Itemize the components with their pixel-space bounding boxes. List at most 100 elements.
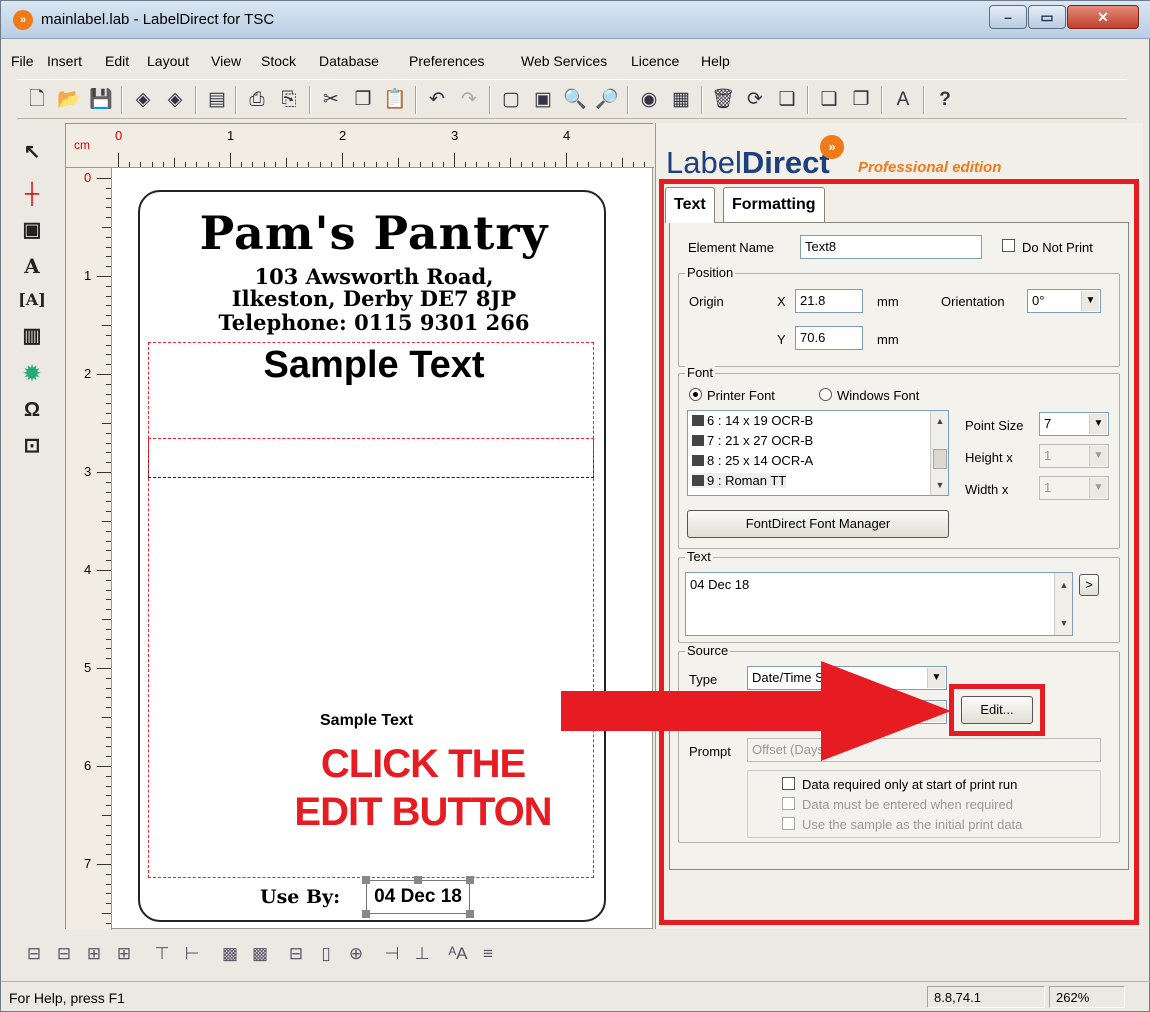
close-button[interactable]: ✕ <box>1067 5 1139 29</box>
ruler-tick <box>106 217 111 219</box>
resize-handle[interactable] <box>466 876 474 884</box>
menu-help[interactable]: Help <box>701 53 730 69</box>
copy-icon[interactable]: ❐ <box>349 86 377 114</box>
minimize-button[interactable]: – <box>989 5 1027 29</box>
print-setup-icon[interactable]: ⎘ <box>275 86 303 114</box>
line-tool-icon[interactable]: ┼ <box>17 179 47 209</box>
ruler-tick <box>106 354 111 356</box>
ruler-number: 4 <box>84 562 92 577</box>
ruler-tick <box>442 162 444 167</box>
menu-licence[interactable]: Licence <box>631 53 679 69</box>
menu-preferences[interactable]: Preferences <box>409 53 484 69</box>
align-left-icon[interactable]: ⊟ <box>21 941 47 967</box>
delete-icon[interactable]: 🗑 <box>709 86 737 114</box>
distribute-horizontal-icon[interactable]: ⊣ <box>379 941 405 967</box>
font-size-icon[interactable]: ᴬA <box>445 941 471 967</box>
open-folder-icon[interactable]: 📂 <box>55 86 83 114</box>
menu-layout[interactable]: Layout <box>147 53 189 69</box>
resize-handle[interactable] <box>466 910 474 918</box>
ruler-tick <box>543 162 545 167</box>
address-line-1[interactable]: 103 Awsworth Road, <box>140 266 608 288</box>
box-tool-icon[interactable]: ▣ <box>17 215 47 245</box>
picture-tool-icon[interactable]: ✹ <box>17 359 47 389</box>
new-file-icon[interactable]: 🗋 <box>23 86 51 114</box>
use-by-date-field[interactable]: 04 Dec 18 <box>366 880 470 914</box>
shop-name-text[interactable]: Pam's Pantry <box>140 206 608 260</box>
center-horizontal-icon[interactable]: ⊢ <box>179 941 205 967</box>
center-vertical-icon[interactable]: ⊤ <box>149 941 175 967</box>
ruler-tick <box>106 736 111 738</box>
same-height-icon[interactable]: ▩ <box>247 941 273 967</box>
sample-text-small[interactable]: Sample Text <box>320 712 413 730</box>
distribute-vertical-icon[interactable]: ⊥ <box>409 941 435 967</box>
ruler-tick <box>510 158 511 167</box>
resize-handle[interactable] <box>414 876 422 884</box>
undo-icon[interactable]: ↶ <box>423 86 451 114</box>
ruler-tick <box>106 795 111 797</box>
duplicate-icon[interactable]: ❏ <box>773 86 801 114</box>
main-toolbar: 🗋 📂 💾 ◈ ◈ ▤ ⎙ ⎘ ✂ ❐ 📋 ↶ ↷ ▢ ▣ 🔍 🔎 ◉ ▦ 🗑 … <box>17 79 1127 119</box>
ruler-tick <box>106 462 111 464</box>
zoom-fit-icon[interactable]: ▢ <box>497 86 525 114</box>
printer-icon[interactable]: ⎙ <box>243 86 271 114</box>
pointer-tool-icon[interactable]: ↖ <box>17 137 47 167</box>
database-icon[interactable]: ◉ <box>635 86 663 114</box>
telephone-text[interactable]: Telephone: 0115 9301 266 <box>140 312 608 334</box>
rfid-tool-icon[interactable]: ⊡ <box>17 431 47 461</box>
label-canvas[interactable]: cm 0 1 2 3 4 0 1 2 3 4 5 6 7 Pam's Pantry 103 Awswo… <box>65 123 654 930</box>
bring-front-icon[interactable]: ❏ <box>815 86 843 114</box>
menu-view[interactable]: View <box>211 53 241 69</box>
ruler-number: 7 <box>84 856 92 871</box>
menu-insert[interactable]: Insert <box>47 53 82 69</box>
barcode-tool-icon[interactable]: ▥ <box>17 321 47 351</box>
ruler-tick <box>97 276 111 277</box>
address-line-2[interactable]: Ilkeston, Derby DE7 8JP <box>140 288 608 310</box>
space-across-icon[interactable]: ⊟ <box>283 941 309 967</box>
align-bottom-icon[interactable]: ⊞ <box>111 941 137 967</box>
app-logo-icon[interactable]: » <box>13 10 33 30</box>
align-top-icon[interactable]: ⊞ <box>81 941 107 967</box>
ruler-tick <box>140 162 142 167</box>
align-right-icon[interactable]: ⊟ <box>51 941 77 967</box>
zoom-out-icon[interactable]: 🔎 <box>593 86 621 114</box>
save-icon[interactable]: 💾 <box>87 86 115 114</box>
ruler-tick <box>566 153 567 167</box>
stock-open-icon[interactable]: ◈ <box>161 86 189 114</box>
redo-icon[interactable]: ↷ <box>455 86 483 114</box>
symbol-tool-icon[interactable]: Ω <box>17 395 47 425</box>
text-tool-icon[interactable]: A <box>17 251 47 281</box>
tab-text[interactable]: Text <box>665 187 715 223</box>
use-by-label[interactable]: Use By: <box>260 886 340 908</box>
menu-database[interactable]: Database <box>319 53 379 69</box>
zoom-in-icon[interactable]: 🔍 <box>561 86 589 114</box>
menu-file[interactable]: File <box>11 53 34 69</box>
paste-icon[interactable]: 📋 <box>381 86 409 114</box>
cut-icon[interactable]: ✂ <box>317 86 345 114</box>
resize-handle[interactable] <box>362 876 370 884</box>
rotate-icon[interactable]: ⟳ <box>741 86 769 114</box>
resize-handle[interactable] <box>362 910 370 918</box>
fonts-icon[interactable]: A <box>889 86 917 114</box>
space-down-icon[interactable]: ▯ <box>313 941 339 967</box>
line-spacing-icon[interactable]: ≡ <box>475 941 501 967</box>
maximize-button[interactable]: ▭ <box>1028 5 1066 29</box>
send-back-icon[interactable]: ❐ <box>847 86 875 114</box>
ruler-tick <box>106 256 111 258</box>
ruler-tick <box>162 162 164 167</box>
text-box-tool-icon[interactable]: [A] <box>17 285 47 315</box>
sample-text-large[interactable]: Sample Text <box>140 344 608 387</box>
ruler-tick <box>420 162 422 167</box>
menu-web-services[interactable]: Web Services <box>521 53 607 69</box>
stock-icon[interactable]: ◈ <box>129 86 157 114</box>
help-icon[interactable]: ? <box>931 86 959 114</box>
properties-icon[interactable]: ▦ <box>667 86 695 114</box>
properties-highlight-frame <box>659 179 1139 925</box>
ruler-tick <box>106 697 111 699</box>
menu-edit[interactable]: Edit <box>105 53 129 69</box>
menu-stock[interactable]: Stock <box>261 53 296 69</box>
print-preview-icon[interactable]: ▤ <box>203 86 231 114</box>
zoom-actual-icon[interactable]: ▣ <box>529 86 557 114</box>
same-width-icon[interactable]: ▩ <box>217 941 243 967</box>
center-on-label-icon[interactable]: ⊕ <box>343 941 369 967</box>
ruler-tick <box>599 162 601 167</box>
